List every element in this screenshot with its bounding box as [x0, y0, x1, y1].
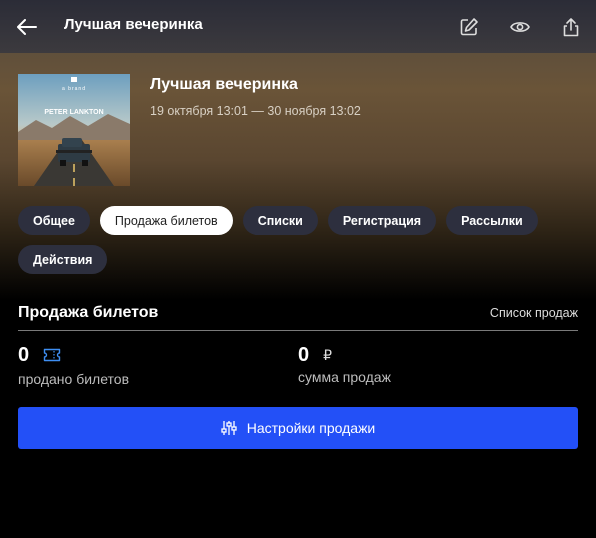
- event-cover-image: a brand PETER LANKTON: [18, 74, 130, 186]
- sales-sum-value: 0: [298, 344, 310, 366]
- page-title: Лучшая вечеринка: [64, 16, 203, 33]
- divider: [18, 330, 578, 331]
- sliders-icon: [221, 420, 237, 436]
- tab-mailings[interactable]: Рассылки: [446, 206, 538, 235]
- tickets-sold-value: 0: [18, 344, 30, 366]
- section-title: Продажа билетов: [18, 304, 159, 321]
- tab-actions[interactable]: Действия: [18, 245, 108, 274]
- tickets-sold-stat: 0 продано билетов: [18, 344, 129, 387]
- edit-icon[interactable]: [456, 14, 482, 40]
- cover-brand-text: a brand: [62, 86, 86, 92]
- event-title: Лучшая вечеринка: [150, 76, 298, 93]
- tab-general[interactable]: Общее: [18, 206, 90, 235]
- eye-icon[interactable]: [507, 14, 533, 40]
- tab-registration[interactable]: Регистрация: [327, 206, 437, 235]
- back-arrow-icon[interactable]: [14, 14, 40, 40]
- sales-sum-stat: 0 ₽ сумма продаж: [298, 344, 391, 385]
- tickets-sold-label: продано билетов: [18, 371, 130, 387]
- tab-lists[interactable]: Списки: [242, 206, 318, 235]
- cover-artist-text: PETER LANKTON: [44, 109, 104, 116]
- sale-settings-label: Настройки продажи: [246, 420, 376, 436]
- sales-list-link[interactable]: Список продаж: [490, 306, 578, 320]
- sale-settings-button[interactable]: Настройки продажи: [18, 407, 578, 449]
- tab-ticket-sales[interactable]: Продажа билетов: [99, 206, 233, 235]
- sales-sum-label: сумма продаж: [298, 369, 391, 385]
- ticket-icon: [43, 348, 61, 362]
- top-bar: Лучшая вечеринка: [0, 0, 596, 53]
- share-icon[interactable]: [558, 14, 584, 40]
- section-tabs: Общее Продажа билетов Списки Регистрация…: [18, 206, 578, 274]
- event-dates: 19 октября 13:01 — 30 ноября 13:02: [150, 104, 361, 118]
- ruble-icon: ₽: [323, 346, 333, 363]
